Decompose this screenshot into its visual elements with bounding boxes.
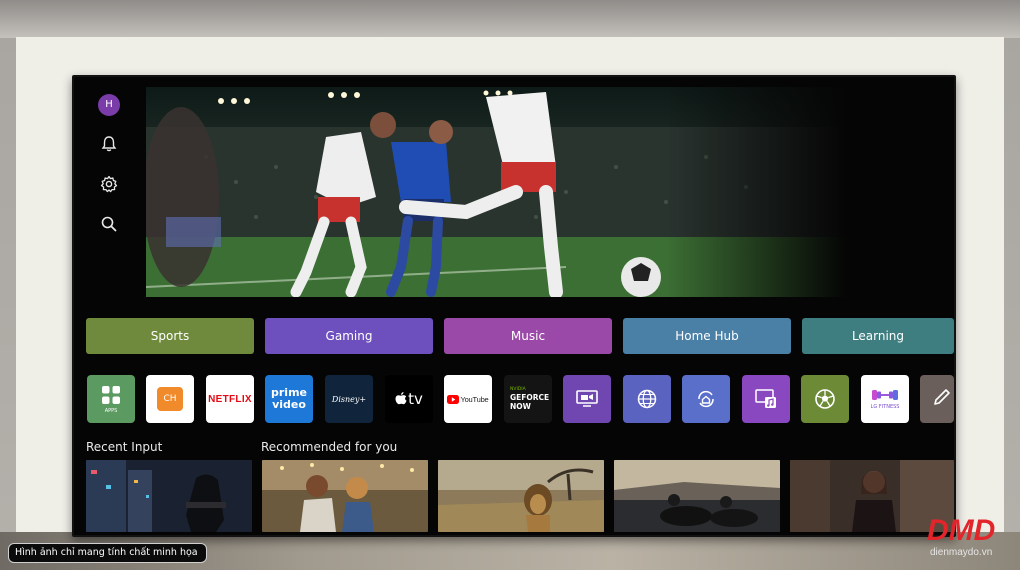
dumbbell-icon	[872, 390, 898, 400]
app-youtube[interactable]: YouTube	[444, 375, 492, 423]
category-music[interactable]: Music	[444, 318, 612, 354]
app-geforce-now[interactable]: NVIDIA GEFORCE NOW	[504, 375, 552, 423]
couple-dancing-image	[262, 460, 428, 532]
lgfitness-label: LG FITNESS	[870, 404, 900, 410]
globe-icon	[637, 389, 657, 409]
recommended-thumbnail-2[interactable]	[438, 460, 604, 532]
app-music-player[interactable]	[742, 375, 790, 423]
youtube-label: YouTube	[460, 394, 489, 404]
netflix-label: NETFLIX	[208, 393, 252, 405]
bell-icon[interactable]	[98, 133, 120, 155]
app-prime-video[interactable]: prime video	[265, 375, 313, 423]
recent-input-thumbnail[interactable]	[86, 460, 252, 532]
geforce-line3: NOW	[510, 402, 531, 411]
app-edit[interactable]	[920, 375, 954, 423]
app-screen-share[interactable]	[563, 375, 611, 423]
hero-dark-area	[846, 87, 954, 297]
hero-fade-overlay	[666, 87, 846, 297]
category-sports[interactable]: Sports	[86, 318, 254, 354]
soccer-ball-icon	[815, 389, 835, 409]
home-sync-icon	[698, 390, 714, 408]
pencil-icon	[934, 389, 950, 405]
app-sports-portal[interactable]	[801, 375, 849, 423]
prime-line2: video	[272, 398, 306, 411]
recommended-heading: Recommended for you	[261, 440, 398, 454]
app-apple-tv[interactable]: tv	[385, 375, 433, 423]
watermark-site: dienmaydo.vn	[930, 547, 993, 558]
search-icon[interactable]	[98, 213, 120, 235]
recommended-thumbnail-3[interactable]	[614, 460, 780, 532]
app-apps[interactable]: APPS	[87, 375, 135, 423]
settings-gear-icon[interactable]	[98, 173, 120, 195]
tv-screen: H Sports Gaming Music Home Hub Learning …	[74, 77, 954, 535]
app-lg-fitness[interactable]: LG FITNESS	[861, 375, 909, 423]
music-screen-icon	[755, 389, 776, 408]
lion-savanna-image	[438, 460, 604, 532]
geforce-line2: GEFORCE	[510, 393, 550, 402]
apple-logo-icon	[395, 392, 407, 405]
motorcycle-road-image	[614, 460, 780, 532]
app-netflix[interactable]: NETFLIX	[206, 375, 254, 423]
category-gaming[interactable]: Gaming	[265, 318, 433, 354]
recommended-thumbnail-1[interactable]	[262, 460, 428, 532]
app-lg-channels[interactable]: CH	[146, 375, 194, 423]
disney-label: Disney+	[331, 394, 367, 404]
youtube-play-icon	[447, 394, 460, 404]
profile-avatar[interactable]: H	[98, 94, 120, 116]
left-rail: H	[74, 77, 146, 317]
ch-label: CH	[157, 387, 183, 411]
apps-grid-icon	[102, 385, 120, 404]
category-learning[interactable]: Learning	[802, 318, 954, 354]
recent-input-heading: Recent Input	[86, 440, 163, 454]
hero-banner-football[interactable]	[146, 87, 846, 297]
game-scene-image	[86, 460, 252, 532]
appletv-label: tv	[408, 390, 423, 408]
category-home-hub[interactable]: Home Hub	[623, 318, 791, 354]
app-home-dashboard[interactable]	[682, 375, 730, 423]
dmd-logo: DMD	[927, 514, 995, 546]
app-web-browser[interactable]	[623, 375, 671, 423]
illustration-caption: Hình ảnh chỉ mang tính chất minh họa	[8, 543, 207, 563]
app-disney-plus[interactable]: Disney+	[325, 375, 373, 423]
screen-share-icon	[576, 390, 598, 407]
svg-text:DMD: DMD	[927, 514, 995, 546]
room-background-top	[0, 0, 1020, 38]
apps-label: APPS	[104, 407, 118, 414]
